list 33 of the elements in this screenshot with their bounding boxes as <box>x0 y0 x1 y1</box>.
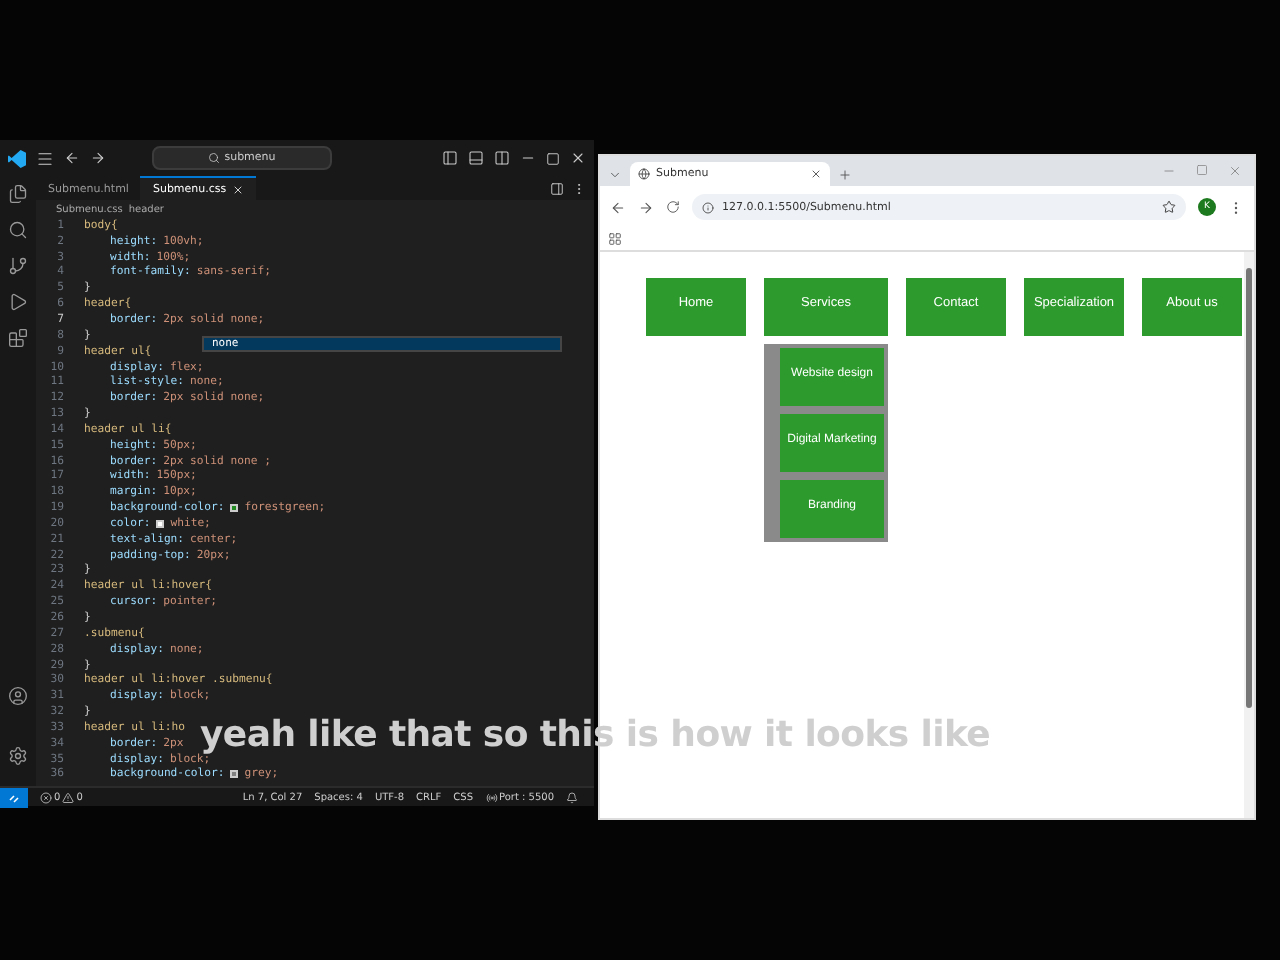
settings-icon[interactable] <box>8 746 28 766</box>
remote-button[interactable] <box>0 787 28 807</box>
apps-icon[interactable] <box>608 232 622 246</box>
warning-icon <box>62 791 75 803</box>
extensions-icon[interactable] <box>8 328 28 348</box>
remote-icon <box>8 791 20 803</box>
site-info-icon <box>702 201 714 213</box>
reload-icon[interactable] <box>666 200 680 214</box>
panel-icon[interactable] <box>442 150 458 166</box>
editor-logo-icon <box>8 149 26 167</box>
branch-icon[interactable] <box>8 256 28 276</box>
menu-icon[interactable] <box>36 149 54 167</box>
maximize-icon[interactable] <box>546 151 560 165</box>
account-icon[interactable] <box>8 686 28 706</box>
back-icon[interactable] <box>610 199 626 215</box>
bookmark-icon[interactable] <box>1162 200 1176 214</box>
run-icon[interactable] <box>8 292 28 312</box>
scrollbar[interactable] <box>1244 252 1254 818</box>
port-icon <box>485 791 497 803</box>
files-icon[interactable] <box>8 184 28 204</box>
search-icon[interactable] <box>8 220 28 240</box>
back-icon[interactable] <box>64 150 80 166</box>
tab-list-icon[interactable] <box>608 168 622 182</box>
globe-icon <box>638 168 650 180</box>
layout-icon[interactable] <box>494 150 510 166</box>
panel-icon[interactable] <box>468 150 484 166</box>
notification-icon[interactable] <box>566 791 578 803</box>
search-icon <box>208 152 221 164</box>
forward-icon[interactable] <box>90 150 106 166</box>
error-icon <box>40 791 52 803</box>
split-icon[interactable] <box>550 181 564 195</box>
close-icon[interactable] <box>810 168 822 180</box>
forward-icon[interactable] <box>638 199 654 215</box>
